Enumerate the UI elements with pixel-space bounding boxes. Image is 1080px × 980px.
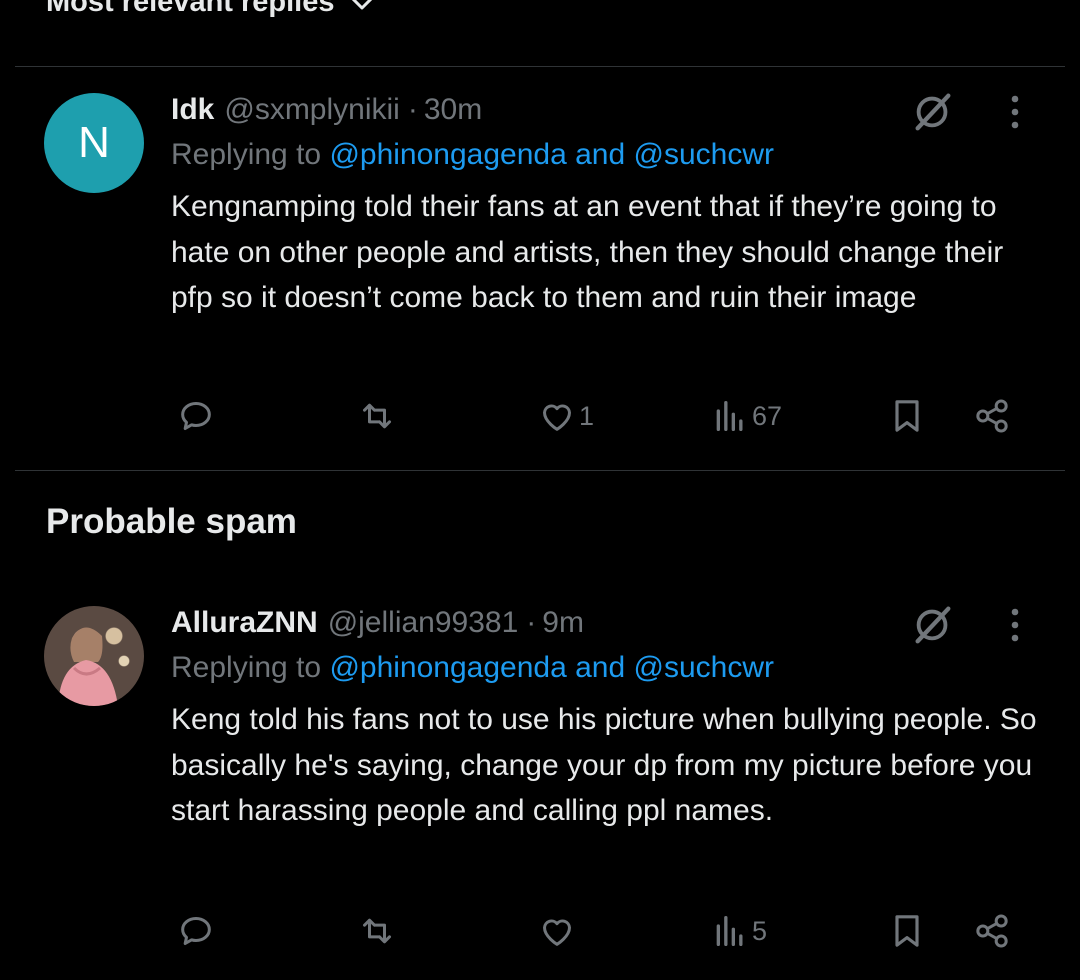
grok-icon[interactable] xyxy=(910,601,956,647)
tweet-text: Kengnamping told their fans at an event … xyxy=(171,190,1004,314)
retweet-button[interactable] xyxy=(357,911,397,951)
avatar[interactable]: N xyxy=(44,93,144,193)
share-icon xyxy=(976,399,1008,433)
action-bar: 1 67 xyxy=(0,396,1080,446)
separator: · xyxy=(526,606,537,639)
reply-icon xyxy=(181,917,211,945)
reply-button[interactable] xyxy=(176,911,216,951)
share-icon xyxy=(976,914,1008,948)
like-button[interactable] xyxy=(537,911,579,951)
views-icon xyxy=(716,401,743,431)
more-icon[interactable] xyxy=(1000,90,1030,134)
like-button[interactable]: 1 xyxy=(537,396,594,436)
bookmark-button[interactable] xyxy=(887,911,927,951)
avatar-photo xyxy=(58,627,118,706)
views-button[interactable]: 67 xyxy=(710,396,782,436)
replying-users-link[interactable]: @phinongagenda and @suchcwr xyxy=(329,651,774,684)
bookmark-icon xyxy=(895,915,919,947)
share-button[interactable] xyxy=(972,396,1012,436)
tweet-text: Keng told his fans not to use his pictur… xyxy=(171,703,1037,827)
reply-button[interactable] xyxy=(176,396,216,436)
separator: · xyxy=(407,93,418,126)
replying-to: Replying to @phinongagenda and @suchcwr xyxy=(171,651,774,685)
retweet-icon xyxy=(363,403,391,429)
avatar-letter: N xyxy=(78,118,110,167)
views-icon xyxy=(716,916,743,946)
view-count: 5 xyxy=(752,915,768,946)
reply-sort-selector[interactable]: Most relevant replies xyxy=(46,0,377,19)
display-name[interactable]: Idk xyxy=(171,93,214,127)
replying-prefix: Replying to xyxy=(171,651,330,684)
replying-prefix: Replying to xyxy=(171,138,330,171)
chevron-down-icon xyxy=(351,0,372,9)
divider xyxy=(15,66,1065,67)
retweet-icon xyxy=(363,918,391,944)
grok-icon[interactable] xyxy=(910,88,956,134)
view-count: 67 xyxy=(752,400,783,431)
like-count: 1 xyxy=(579,400,595,431)
user-handle[interactable]: @sxmplynikii xyxy=(224,93,399,127)
divider xyxy=(15,470,1065,471)
sort-label: Most relevant replies xyxy=(46,0,335,18)
more-icon[interactable] xyxy=(1000,603,1030,647)
share-button[interactable] xyxy=(972,911,1012,951)
bookmark-button[interactable] xyxy=(887,396,927,436)
bookmark-icon xyxy=(895,400,919,432)
views-button[interactable]: 5 xyxy=(710,911,767,951)
timestamp[interactable]: 30m xyxy=(424,93,482,127)
retweet-button[interactable] xyxy=(357,396,397,436)
replying-to: Replying to @phinongagenda and @suchcwr xyxy=(171,138,774,172)
reply-icon xyxy=(181,402,211,430)
like-icon xyxy=(543,404,571,431)
display-name[interactable]: AlluraZNN xyxy=(171,606,318,640)
action-bar: 5 xyxy=(0,911,1080,961)
replying-users-link[interactable]: @phinongagenda and @suchcwr xyxy=(329,138,774,171)
avatar[interactable] xyxy=(44,606,144,706)
user-handle[interactable]: @jellian99381 xyxy=(328,606,519,640)
timestamp[interactable]: 9m xyxy=(542,606,584,640)
section-title: Probable spam xyxy=(46,502,297,541)
like-icon xyxy=(543,919,571,946)
